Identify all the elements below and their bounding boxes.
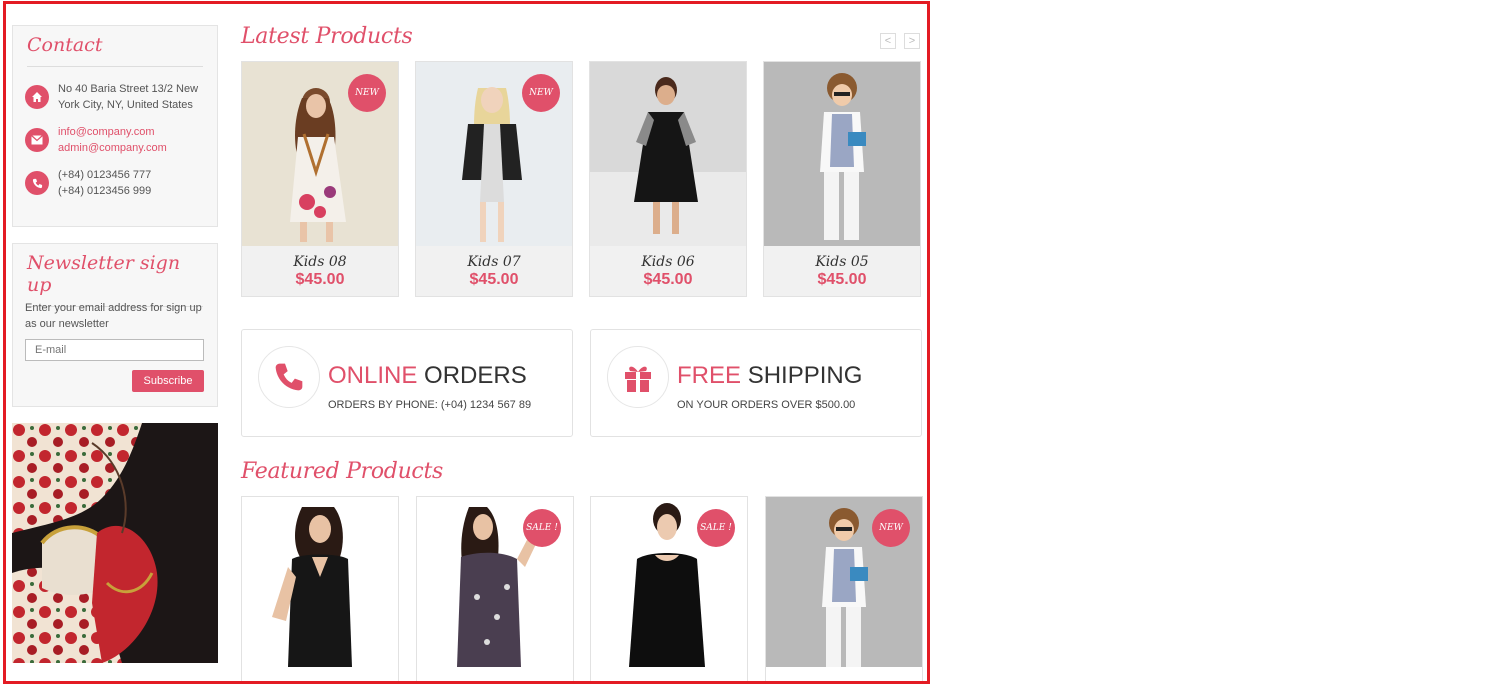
contact-email-row: info@company.com admin@company.com: [25, 124, 208, 156]
service-heading: ONLINE ORDERS: [328, 362, 527, 390]
gift-icon: [607, 346, 669, 408]
product-image[interactable]: [242, 497, 398, 667]
product-card[interactable]: NEW Kids 08 $45.00: [241, 61, 399, 297]
phone-icon: [258, 346, 320, 408]
product-image[interactable]: [590, 62, 746, 246]
online-orders-box: ONLINE ORDERS ORDERS BY PHONE: (+04) 123…: [241, 329, 573, 437]
service-heading-rest: ORDERS: [424, 362, 527, 389]
phone-number-1: (+84) 0123456 777: [58, 169, 152, 181]
featured-products-title: Featured Products: [241, 459, 443, 484]
contact-address-row: No 40 Baria Street 13/2 New York City, N…: [25, 81, 208, 113]
phone-icon: [25, 171, 49, 195]
email-link-info[interactable]: info@company.com: [58, 126, 155, 138]
product-card[interactable]: Kids 06 $45.00: [589, 61, 747, 297]
featured-product-card[interactable]: SALE !: [590, 496, 748, 681]
product-price: $45.00: [817, 271, 867, 288]
product-price: $45.00: [295, 271, 345, 288]
email-link-admin[interactable]: admin@company.com: [58, 142, 167, 154]
featured-product-card[interactable]: SALE !: [416, 496, 574, 681]
service-highlight: FREE: [677, 362, 742, 389]
page-frame: Contact No 40 Baria Street 13/2 New York…: [3, 1, 930, 684]
sale-badge: SALE !: [697, 509, 735, 547]
new-badge: NEW: [872, 509, 910, 547]
contact-title: Contact: [27, 26, 203, 67]
sale-badge: SALE !: [523, 509, 561, 547]
product-name[interactable]: Kids 08: [242, 254, 398, 270]
product-image[interactable]: [764, 62, 920, 246]
product-price: $45.00: [469, 271, 519, 288]
free-shipping-box: FREE SHIPPING ON YOUR ORDERS OVER $500.0…: [590, 329, 922, 437]
featured-product-card[interactable]: [241, 496, 399, 681]
product-card[interactable]: NEW Kids 07 $45.00: [415, 61, 573, 297]
fashion-banner-image[interactable]: [12, 423, 218, 663]
envelope-icon: [25, 128, 49, 152]
contact-address: No 40 Baria Street 13/2 New York City, N…: [58, 83, 199, 111]
product-caption: Kids 08 $45.00: [242, 246, 398, 296]
product-caption: Kids 05 $45.00: [764, 246, 920, 296]
newsletter-title: Newsletter sign up: [27, 244, 203, 307]
service-highlight: ONLINE: [328, 362, 418, 389]
home-icon: [25, 85, 49, 109]
carousel-next-button[interactable]: >: [904, 33, 920, 49]
product-caption: Kids 07 $45.00: [416, 246, 572, 296]
service-subtitle: ORDERS BY PHONE: (+04) 1234 567 89: [328, 399, 532, 411]
service-subtitle: ON YOUR ORDERS OVER $500.00: [677, 399, 856, 411]
email-field[interactable]: [25, 339, 204, 361]
newsletter-text: Enter your email address for sign up as …: [25, 302, 202, 330]
new-badge: NEW: [522, 74, 560, 112]
service-heading-rest: SHIPPING: [747, 362, 863, 389]
contact-widget: Contact No 40 Baria Street 13/2 New York…: [12, 25, 218, 227]
phone-number-2: (+84) 0123456 999: [58, 185, 152, 197]
featured-product-card[interactable]: NEW: [765, 496, 923, 681]
product-name[interactable]: Kids 06: [590, 254, 746, 270]
product-price: $45.00: [643, 271, 693, 288]
contact-phone-row: (+84) 0123456 777 (+84) 0123456 999: [25, 167, 208, 199]
chevron-right-icon: >: [908, 35, 916, 47]
product-caption: Kids 06 $45.00: [590, 246, 746, 296]
product-name[interactable]: Kids 07: [416, 254, 572, 270]
service-heading: FREE SHIPPING: [677, 362, 862, 390]
new-badge: NEW: [348, 74, 386, 112]
carousel-prev-button[interactable]: <: [880, 33, 896, 49]
newsletter-widget: Newsletter sign up Enter your email addr…: [12, 243, 218, 407]
latest-products-title: Latest Products: [241, 24, 413, 49]
product-name[interactable]: Kids 05: [764, 254, 920, 270]
product-card[interactable]: Kids 05 $45.00: [763, 61, 921, 297]
chevron-left-icon: <: [884, 35, 892, 47]
subscribe-button[interactable]: Subscribe: [132, 370, 204, 392]
